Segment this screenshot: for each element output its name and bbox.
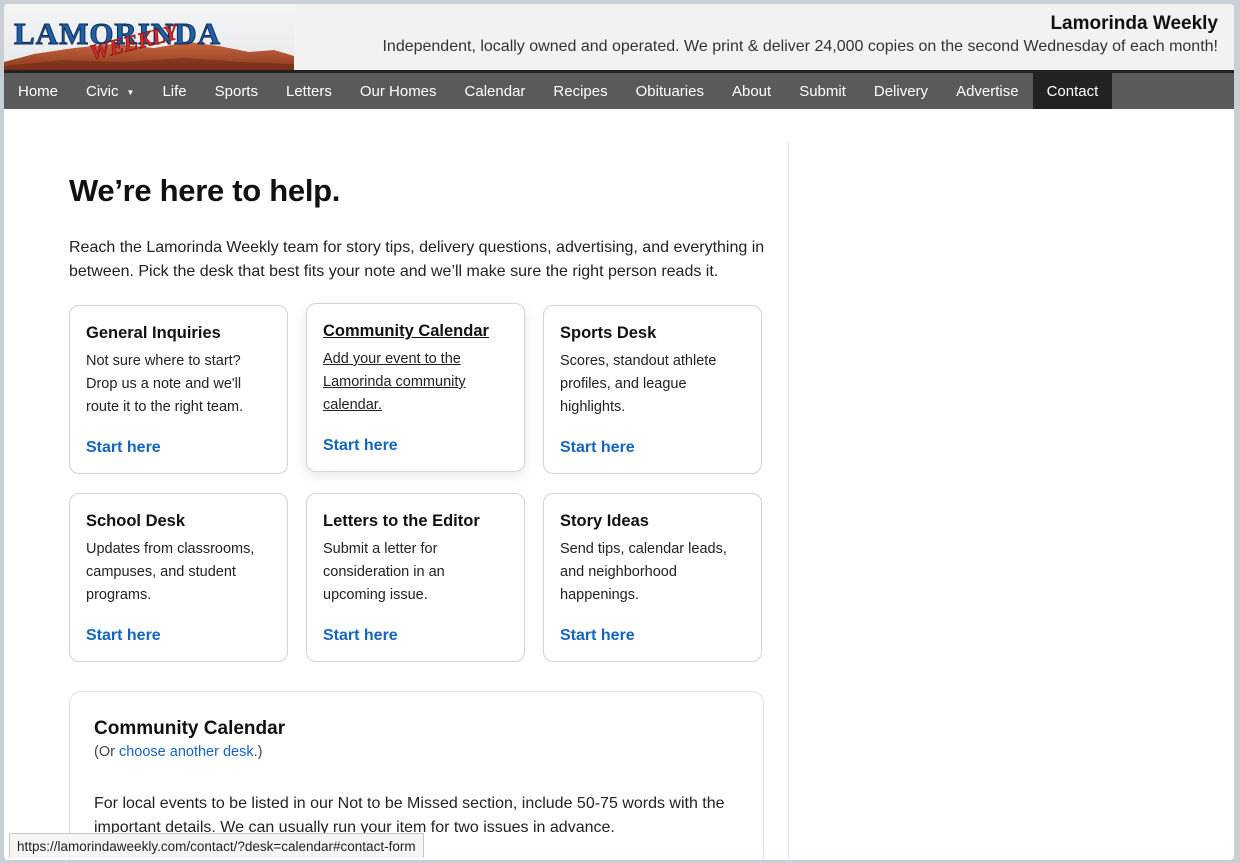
start-here-link[interactable]: Start here bbox=[560, 439, 635, 457]
browser-window: LAMORINDA WEEKLY Lamorinda Weekly Indepe… bbox=[4, 4, 1234, 860]
site-header: LAMORINDA WEEKLY Lamorinda Weekly Indepe… bbox=[4, 4, 1234, 73]
form-subtitle: (Or choose another desk.) bbox=[94, 744, 739, 760]
nav-recipes[interactable]: Recipes bbox=[539, 73, 621, 109]
browser-status-bar: https://lamorindaweekly.com/contact/?des… bbox=[9, 833, 424, 858]
form-title: Community Calendar bbox=[94, 718, 286, 739]
site-logo[interactable]: LAMORINDA WEEKLY bbox=[4, 4, 294, 70]
start-here-link[interactable]: Start here bbox=[323, 437, 398, 455]
nav-contact[interactable]: Contact bbox=[1032, 73, 1113, 109]
card-title: Sports Desk bbox=[560, 324, 657, 342]
site-name: Lamorinda Weekly bbox=[1050, 13, 1218, 34]
nav-our-homes[interactable]: Our Homes bbox=[346, 73, 451, 109]
nav-label: Letters bbox=[285, 82, 332, 100]
desk-card-calendar[interactable]: Community Calendar Add your event to the… bbox=[306, 303, 525, 472]
nav-life[interactable]: Life bbox=[148, 73, 200, 109]
nav-label: Delivery bbox=[873, 82, 929, 100]
desk-card-story-ideas[interactable]: Story Ideas Send tips, calendar leads, a… bbox=[543, 493, 762, 662]
desk-card-sports[interactable]: Sports Desk Scores, standout athlete pro… bbox=[543, 305, 762, 474]
nav-delivery[interactable]: Delivery bbox=[860, 73, 942, 109]
nav-label: Our Homes bbox=[359, 82, 437, 100]
form-subtitle-suffix: .) bbox=[253, 744, 263, 760]
nav-label: Calendar bbox=[464, 82, 526, 100]
card-description: Submit a letter for consideration in an … bbox=[323, 541, 445, 603]
nav-civic[interactable]: Civic ▼ bbox=[72, 73, 148, 109]
nav-label: Submit bbox=[799, 82, 846, 100]
nav-label: Civic bbox=[86, 82, 119, 100]
sidebar-divider bbox=[788, 142, 789, 860]
card-title: Story Ideas bbox=[560, 512, 649, 530]
card-title: Community Calendar bbox=[323, 322, 489, 340]
main-nav: Home Civic ▼ Life Sports Letters Our Home… bbox=[4, 73, 1234, 109]
main-content: We’re here to help. Reach the Lamorinda … bbox=[4, 109, 788, 860]
choose-another-desk-link[interactable]: choose another desk bbox=[119, 744, 254, 760]
start-here-link[interactable]: Start here bbox=[86, 627, 161, 645]
card-description: Scores, standout athlete profiles, and l… bbox=[560, 353, 717, 415]
card-description: Send tips, calendar leads, and neighborh… bbox=[560, 541, 727, 603]
card-title: General Inquiries bbox=[86, 324, 221, 342]
card-description: Updates from classrooms, campuses, and s… bbox=[86, 541, 255, 603]
nav-label: Home bbox=[18, 82, 59, 100]
nav-label: Obituaries bbox=[635, 82, 704, 100]
nav-label: Advertise bbox=[956, 82, 1019, 100]
nav-label: Recipes bbox=[553, 82, 608, 100]
start-here-link[interactable]: Start here bbox=[560, 627, 635, 645]
nav-home[interactable]: Home bbox=[4, 73, 72, 109]
site-tagline: Independent, locally owned and operated.… bbox=[382, 38, 1218, 55]
nav-letters[interactable]: Letters bbox=[272, 73, 346, 109]
desk-card-letters[interactable]: Letters to the Editor Submit a letter fo… bbox=[306, 493, 525, 662]
desk-card-school[interactable]: School Desk Updates from classrooms, cam… bbox=[69, 493, 288, 662]
nav-obituaries[interactable]: Obituaries bbox=[622, 73, 718, 109]
card-description: Add your event to the Lamorinda communit… bbox=[323, 351, 466, 413]
chevron-down-icon: ▼ bbox=[126, 87, 135, 97]
nav-about[interactable]: About bbox=[718, 73, 785, 109]
nav-label: Life bbox=[162, 82, 187, 100]
nav-advertise[interactable]: Advertise bbox=[942, 73, 1033, 109]
card-title: School Desk bbox=[86, 512, 186, 530]
desk-card-general[interactable]: General Inquiries Not sure where to star… bbox=[69, 305, 288, 474]
intro-text: Reach the Lamorinda Weekly team for stor… bbox=[69, 239, 765, 280]
start-here-link[interactable]: Start here bbox=[323, 627, 398, 645]
nav-calendar[interactable]: Calendar bbox=[451, 73, 540, 109]
nav-label: Sports bbox=[214, 82, 258, 100]
nav-sports[interactable]: Sports bbox=[201, 73, 272, 109]
start-here-link[interactable]: Start here bbox=[86, 439, 161, 457]
page-title: We’re here to help. bbox=[69, 173, 341, 208]
nav-label: About bbox=[731, 82, 772, 100]
form-subtitle-prefix: (Or bbox=[94, 744, 119, 760]
card-description: Not sure where to start? Drop us a note … bbox=[86, 353, 244, 415]
nav-submit[interactable]: Submit bbox=[785, 73, 860, 109]
card-title: Letters to the Editor bbox=[323, 512, 480, 530]
nav-label: Contact bbox=[1046, 82, 1099, 100]
